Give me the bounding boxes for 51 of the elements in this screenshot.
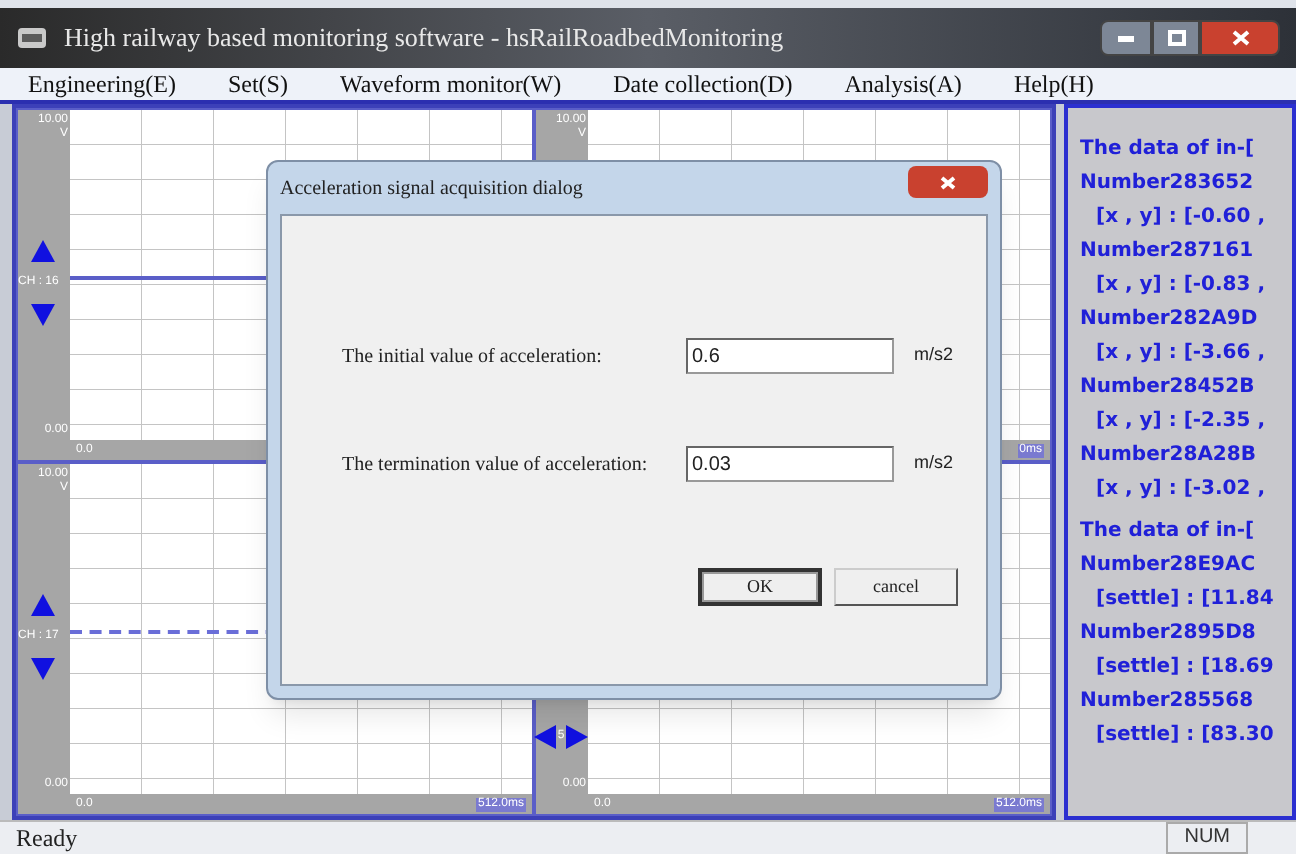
data-line: [x , y] : [-0.83 , (1094, 272, 1268, 300)
data-line: [x , y] : [-3.02 , (1094, 476, 1268, 504)
close-button[interactable] (1200, 20, 1280, 56)
data-line: Number287161 (1080, 238, 1256, 266)
close-button[interactable] (908, 166, 988, 198)
menu-item[interactable]: Date collection(D) (613, 66, 793, 102)
input-field[interactable]: 0.03 (686, 446, 894, 482)
left-arrow-icon[interactable] (531, 724, 558, 750)
data-line: [settle] : [18.69 (1094, 654, 1276, 682)
data-line: [settle] : [83.30 (1094, 722, 1276, 750)
data-heading: The data of in-[ (1080, 136, 1257, 164)
window-title: High railway based monitoring software - hsRailRoadbedMonitoring (64, 20, 784, 57)
data-line: [x , y] : [-3.66 , (1094, 340, 1268, 368)
field-label: The initial value of acceleration: (342, 343, 604, 371)
data-line: [x , y] : [-2.35 , (1094, 408, 1268, 436)
up-arrow-icon[interactable] (30, 592, 56, 618)
data-heading: The data of in-[ (1080, 518, 1257, 546)
menu-item[interactable]: Help(H) (1013, 66, 1094, 102)
ok-button[interactable]: OK (698, 568, 822, 606)
data-line: Number28A28B (1080, 442, 1258, 470)
data-line: [settle] : [11.84 (1094, 586, 1276, 614)
minimize-button[interactable] (1100, 20, 1152, 56)
menu-item[interactable]: Analysis(A) (844, 66, 962, 102)
down-arrow-icon[interactable] (30, 302, 56, 328)
data-line: Number2895D8 (1080, 620, 1258, 648)
up-arrow-icon[interactable] (30, 238, 56, 264)
maximize-button[interactable] (1152, 20, 1200, 56)
menu-item[interactable]: Engineering(E) (28, 66, 176, 102)
menu-item[interactable]: Set(S) (227, 66, 288, 102)
maximize-icon (1167, 30, 1185, 46)
cancel-button[interactable]: cancel (834, 568, 958, 606)
app-icon (16, 24, 48, 52)
data-line: Number282A9D (1080, 306, 1260, 334)
input-field[interactable]: 0.6 (686, 338, 894, 374)
num-indicator: NUM (1166, 822, 1248, 854)
down-arrow-icon[interactable] (30, 656, 56, 682)
unit-label: m/s2 (914, 342, 954, 369)
status-text: Ready (16, 822, 78, 854)
data-line: Number285568 (1080, 688, 1256, 716)
field-label: The termination value of acceleration: (342, 451, 650, 479)
data-line: Number283652 (1080, 170, 1256, 198)
data-line: Number28E9AC (1080, 552, 1258, 580)
dialog-title: Acceleration signal acquisition dialog (280, 175, 583, 203)
close-icon (940, 175, 956, 189)
data-line: Number28452B (1080, 374, 1257, 402)
close-icon (1231, 30, 1249, 46)
minimize-icon (1118, 35, 1134, 41)
data-line: [x , y] : [-0.60 , (1094, 204, 1268, 232)
right-arrow-icon[interactable] (564, 724, 591, 750)
menu-item[interactable]: Waveform monitor(W) (339, 66, 562, 102)
unit-label: m/s2 (914, 450, 954, 477)
